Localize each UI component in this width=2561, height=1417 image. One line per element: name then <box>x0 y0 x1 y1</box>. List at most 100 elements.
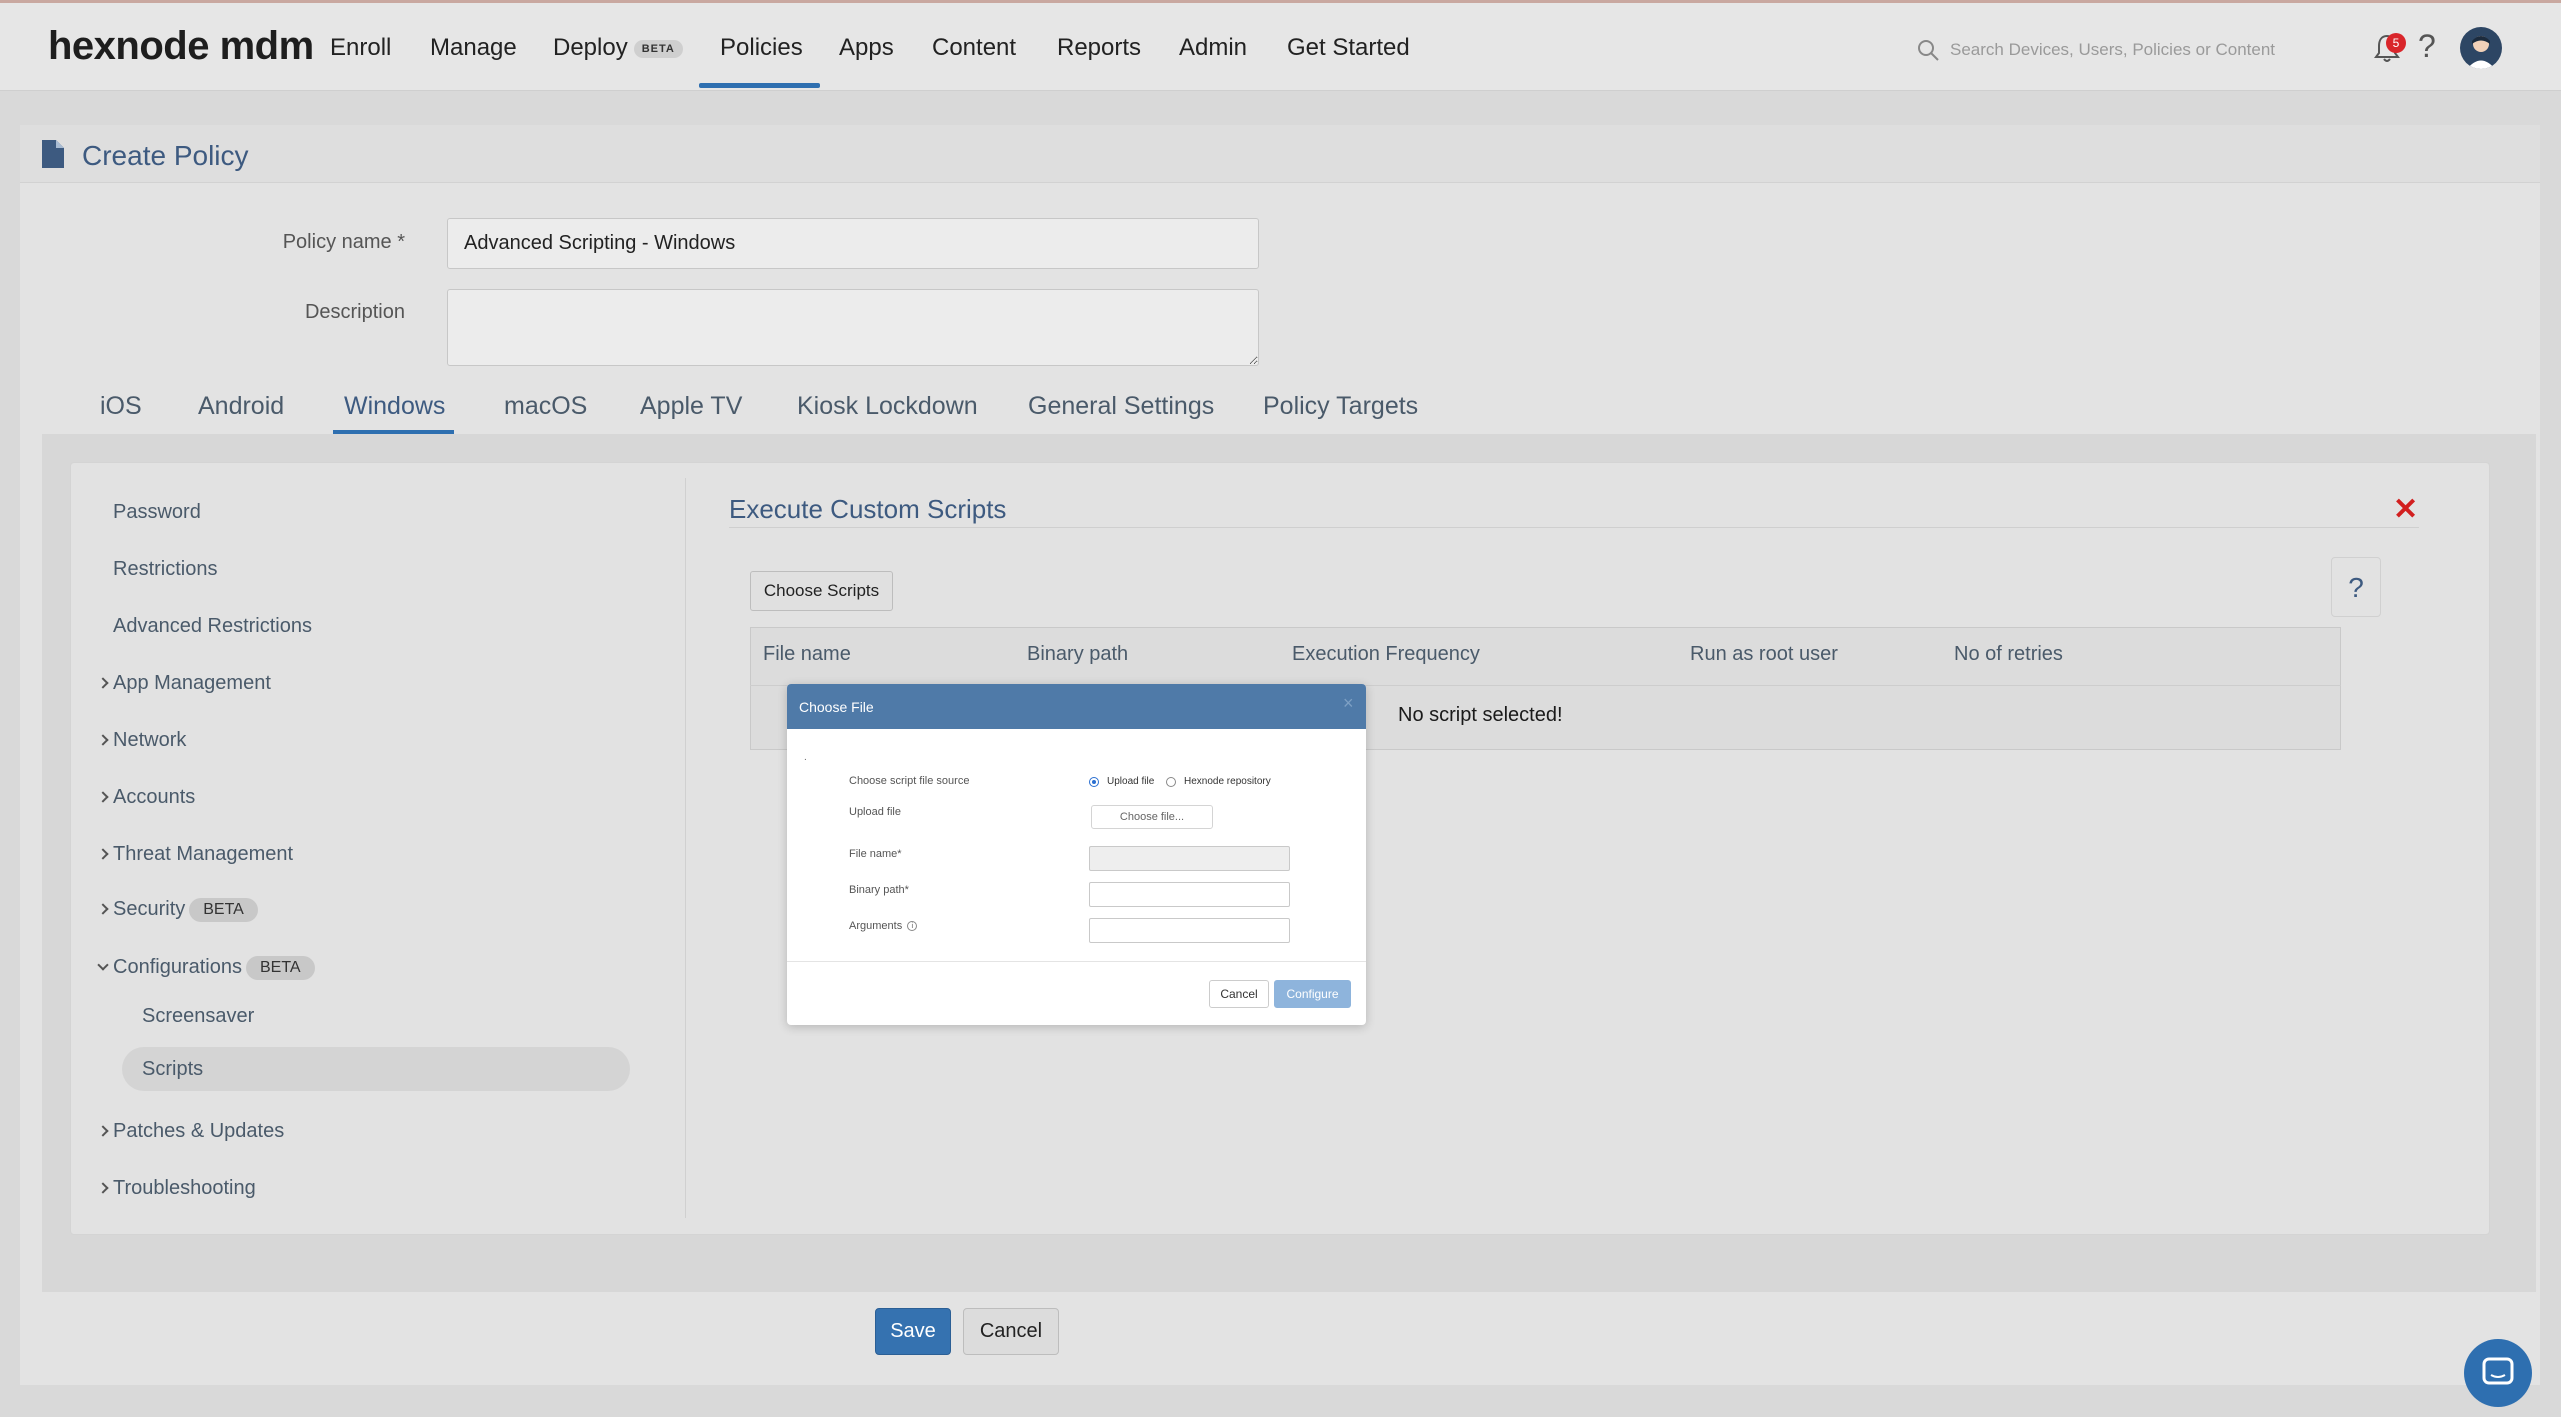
binary-path-input[interactable] <box>1089 882 1290 907</box>
configurations-beta-badge: BETA <box>245 956 315 980</box>
sidebar-item-patches-updates[interactable]: Patches & Updates <box>97 1120 285 1143</box>
nav-admin[interactable]: Admin <box>1179 34 1247 62</box>
sidebar-item-threat-management[interactable]: Threat Management <box>97 843 294 866</box>
nav-enroll[interactable]: Enroll <box>330 34 391 62</box>
description-textarea[interactable] <box>447 289 1259 366</box>
column-header-binary-path: Binary path <box>1027 643 1129 665</box>
chevron-down-icon <box>97 959 109 971</box>
sidebar-item-configurations[interactable]: Configurations BETA <box>97 956 315 980</box>
nav-get-started[interactable]: Get Started <box>1287 34 1410 62</box>
sidebar-item-label: Patches & Updates <box>113 1120 285 1142</box>
binary-path-label: Binary path* <box>849 884 909 896</box>
chevron-right-icon <box>97 791 109 803</box>
hexnode-repository-radio[interactable] <box>1166 777 1176 787</box>
remove-section-close-icon[interactable]: ✕ <box>2393 492 2418 527</box>
arguments-label: Arguments i <box>849 920 918 932</box>
sidebar-item-accounts[interactable]: Accounts <box>97 786 196 809</box>
user-avatar[interactable] <box>2460 27 2502 69</box>
sidebar-item-label: Accounts <box>113 786 196 808</box>
chat-icon <box>2482 1357 2514 1385</box>
nav-reports[interactable]: Reports <box>1057 34 1141 62</box>
nav-deploy[interactable]: Deploy BETA <box>553 34 683 62</box>
description-label: Description <box>304 301 405 323</box>
nav-apps[interactable]: Apps <box>839 34 894 62</box>
column-header-no-of-retries: No of retries <box>1954 643 2063 665</box>
section-divider <box>729 527 2419 528</box>
sidebar-item-label: Security <box>113 898 186 920</box>
sidebar-item-label: Network <box>113 729 187 751</box>
sidebar-item-label: Threat Management <box>113 843 294 865</box>
sidebar-item-screensaver[interactable]: Screensaver <box>142 1005 254 1028</box>
info-icon[interactable]: i <box>907 921 918 931</box>
empty-table-message: No script selected! <box>1398 704 1563 726</box>
panel-header <box>20 125 2540 183</box>
tab-kiosk-lockdown[interactable]: Kiosk Lockdown <box>797 392 978 421</box>
choose-scripts-button[interactable]: Choose Scripts <box>750 571 893 611</box>
hexnode-logo[interactable]: hexnode mdm <box>48 24 314 69</box>
nav-content[interactable]: Content <box>932 34 1016 62</box>
tab-android[interactable]: Android <box>198 392 284 421</box>
page-title: Create Policy <box>82 140 249 171</box>
nav-manage[interactable]: Manage <box>430 34 517 62</box>
nav-active-underline <box>699 83 820 88</box>
sidebar-item-scripts[interactable]: Scripts <box>142 1058 203 1081</box>
choose-file-button[interactable]: Choose file... <box>1091 805 1213 829</box>
modal-close-icon[interactable]: × <box>1343 693 1354 714</box>
arguments-label-text: Arguments <box>849 920 903 932</box>
column-header-file-name: File name <box>763 643 851 665</box>
modal-cancel-button[interactable]: Cancel <box>1209 980 1269 1008</box>
chevron-right-icon <box>97 1182 109 1194</box>
upload-file-label: Upload file <box>849 806 901 818</box>
tab-general-settings[interactable]: General Settings <box>1028 392 1214 421</box>
sidebar-item-network[interactable]: Network <box>97 729 187 752</box>
cancel-button[interactable]: Cancel <box>963 1308 1059 1355</box>
policy-name-label: Policy name * <box>282 231 405 253</box>
modal-title: Choose File <box>799 699 874 715</box>
section-help-icon[interactable]: ? <box>2331 557 2381 617</box>
choose-file-modal: Choose File × . Choose script file sourc… <box>787 684 1366 1025</box>
sidebar-item-password[interactable]: Password <box>113 501 201 524</box>
upload-file-radio-label[interactable]: Upload file <box>1107 776 1154 787</box>
document-icon <box>42 140 64 168</box>
sidebar-item-restrictions[interactable]: Restrictions <box>113 558 217 581</box>
sidebar-item-label: Troubleshooting <box>113 1177 256 1199</box>
nav-policies[interactable]: Policies <box>720 34 803 62</box>
file-name-label: File name* <box>849 848 902 860</box>
chat-support-button[interactable] <box>2464 1339 2532 1407</box>
tab-apple-tv[interactable]: Apple TV <box>640 392 742 421</box>
notification-count-badge: 5 <box>2386 33 2406 53</box>
chevron-right-icon <box>97 734 109 746</box>
sidebar-item-app-management[interactable]: App Management <box>97 672 271 695</box>
modal-dot: . <box>804 752 807 763</box>
global-search-input[interactable] <box>1950 36 2290 64</box>
sidebar-item-advanced-restrictions[interactable]: Advanced Restrictions <box>113 615 312 638</box>
source-label: Choose script file source <box>849 775 970 787</box>
tab-windows[interactable]: Windows <box>344 392 445 421</box>
tab-macos[interactable]: macOS <box>504 392 587 421</box>
modal-footer-divider <box>787 961 1366 962</box>
chevron-right-icon <box>97 848 109 860</box>
chevron-right-icon <box>97 903 109 915</box>
tab-ios[interactable]: iOS <box>100 392 142 421</box>
sidebar-item-label: Configurations <box>113 956 242 978</box>
column-header-run-as-root: Run as root user <box>1690 643 1838 665</box>
section-title: Execute Custom Scripts <box>729 494 1007 524</box>
save-button[interactable]: Save <box>875 1308 951 1355</box>
modal-configure-button[interactable]: Configure <box>1274 980 1351 1008</box>
sidebar-divider <box>685 478 686 1218</box>
arguments-input[interactable] <box>1089 918 1290 943</box>
column-header-execution-frequency: Execution Frequency <box>1292 643 1480 665</box>
sidebar-item-label: App Management <box>113 672 271 694</box>
help-icon[interactable]: ? <box>2418 28 2436 65</box>
policy-name-input[interactable] <box>447 218 1259 269</box>
nav-deploy-label: Deploy <box>553 34 628 61</box>
sidebar-item-security[interactable]: Security BETA <box>97 898 258 922</box>
user-avatar-icon <box>2467 36 2495 69</box>
deploy-beta-badge: BETA <box>633 39 683 58</box>
hexnode-repository-radio-label[interactable]: Hexnode repository <box>1184 776 1271 787</box>
file-name-input[interactable] <box>1089 846 1290 871</box>
sidebar-item-troubleshooting[interactable]: Troubleshooting <box>97 1177 256 1200</box>
upload-file-radio[interactable] <box>1089 777 1099 787</box>
chevron-right-icon <box>97 677 109 689</box>
tab-policy-targets[interactable]: Policy Targets <box>1263 392 1418 421</box>
